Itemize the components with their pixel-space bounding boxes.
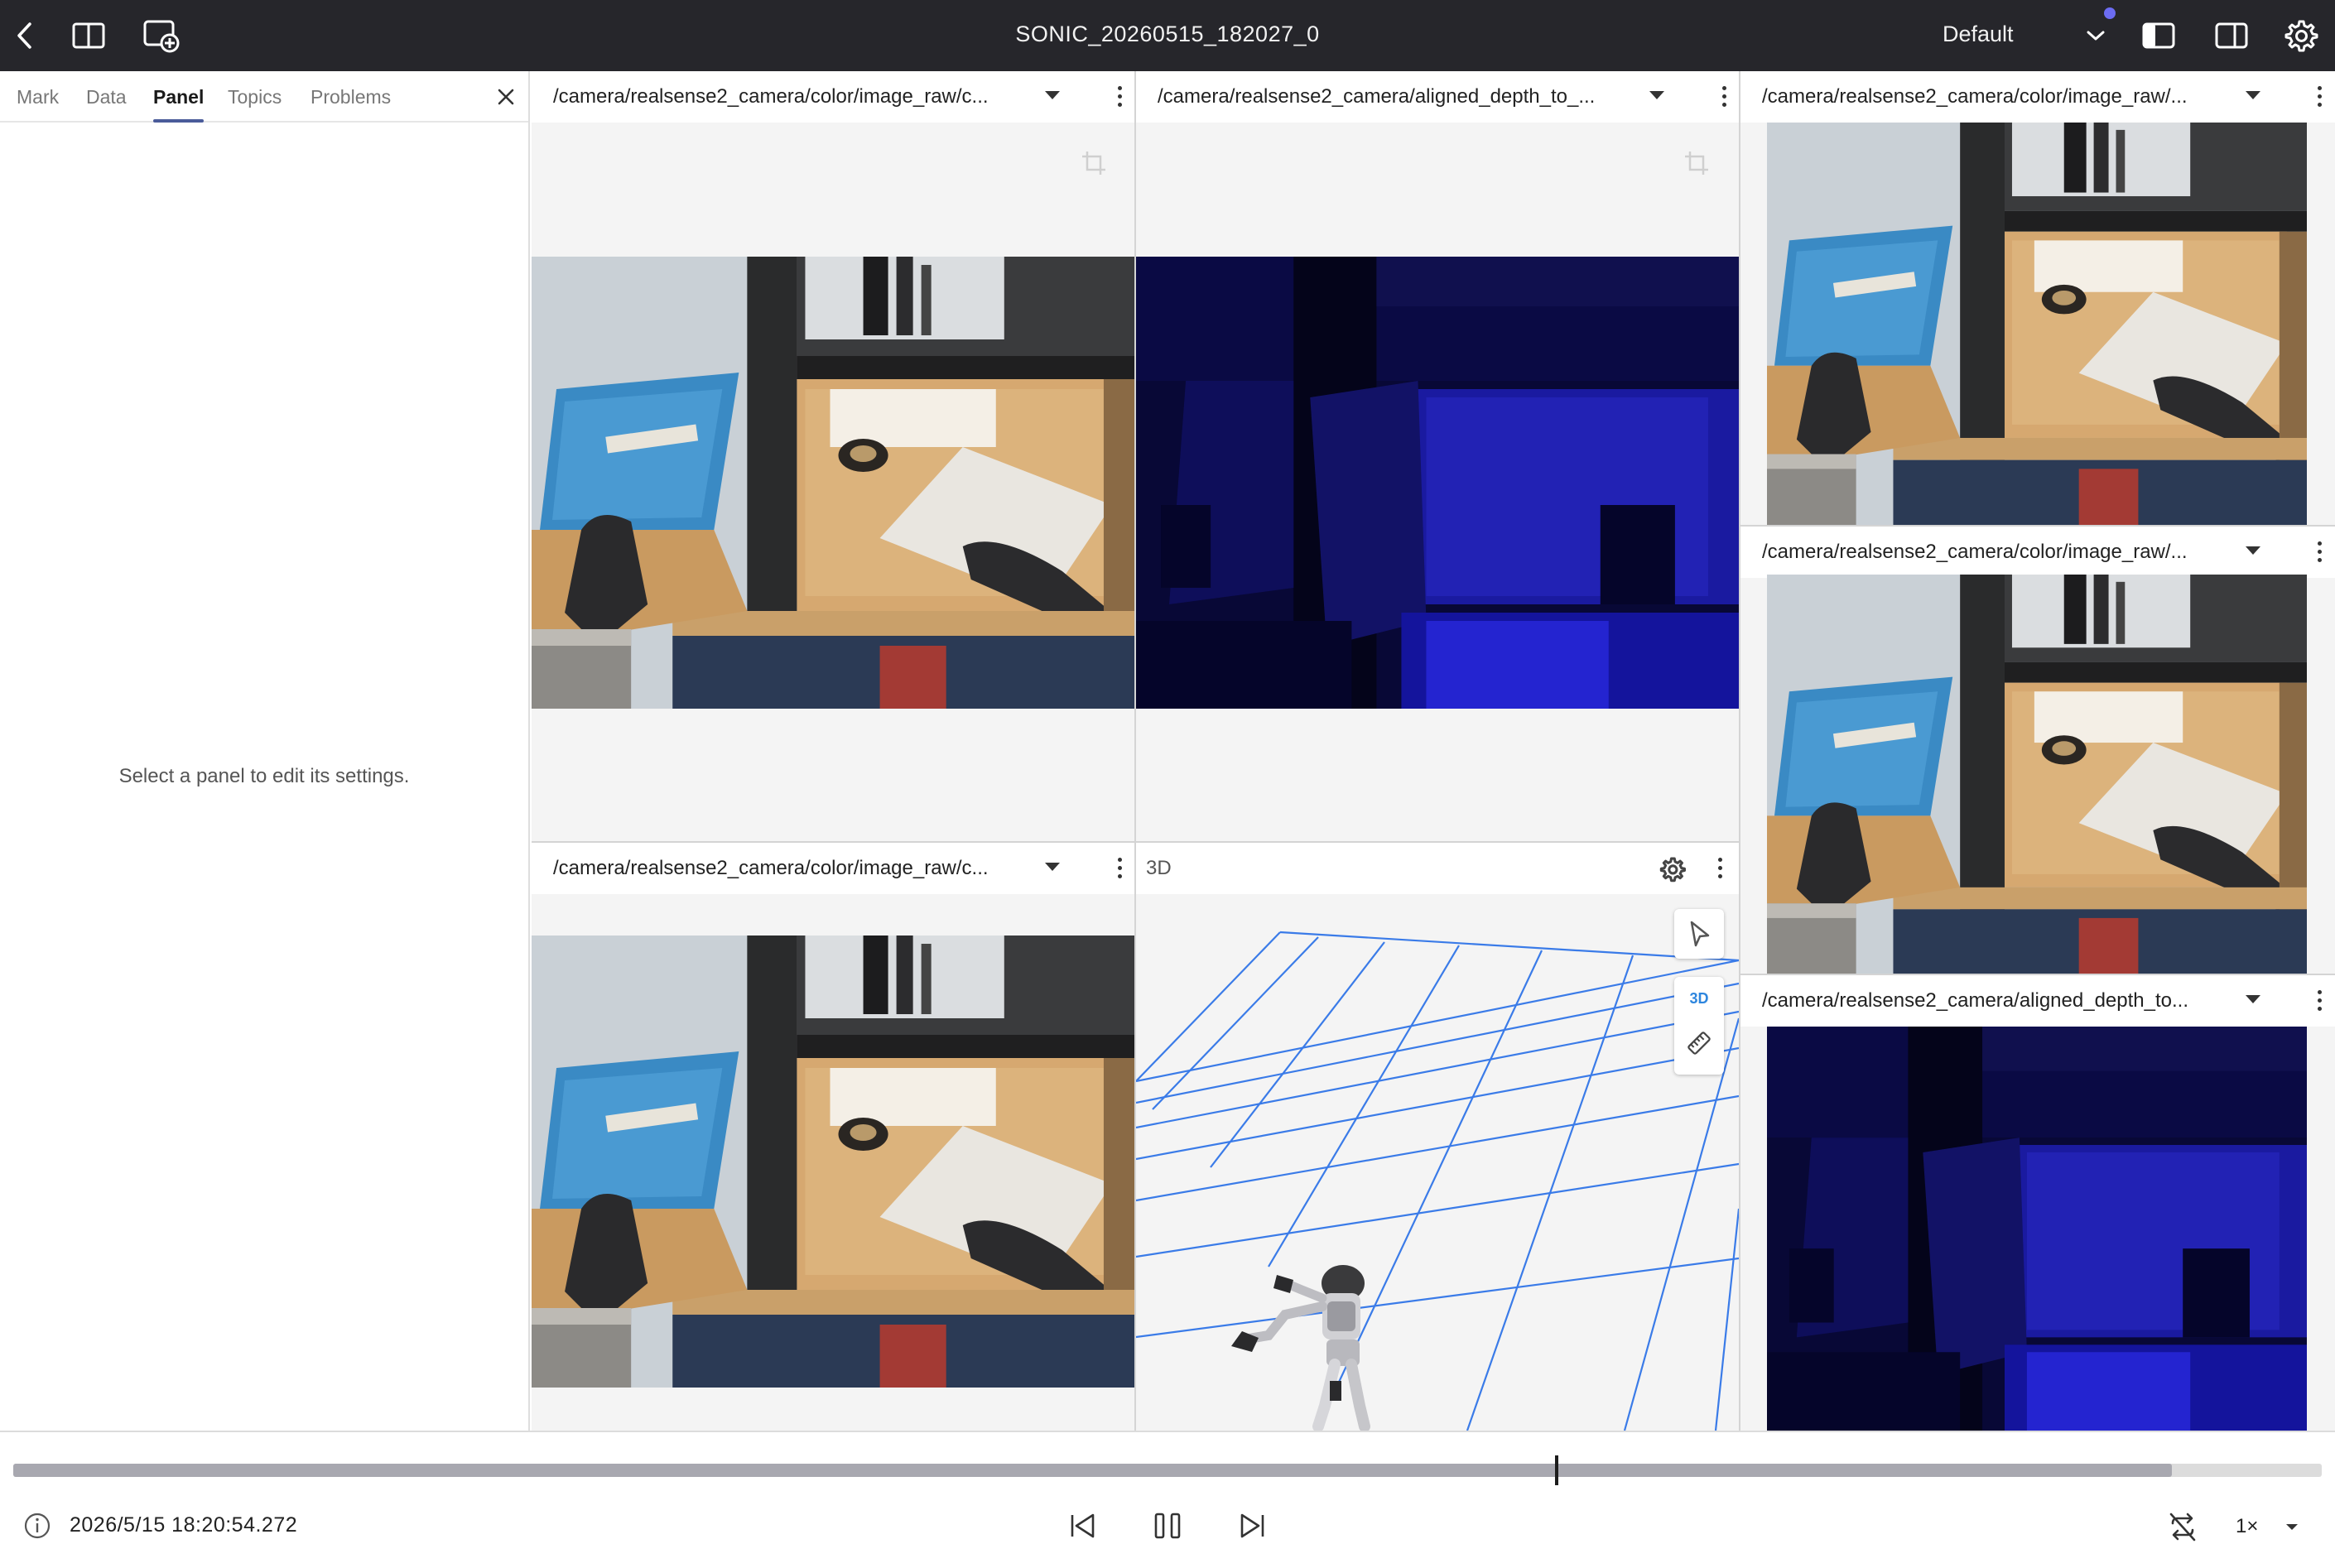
topic-dropdown-icon[interactable] xyxy=(2246,995,2260,1003)
panel-header: /camera/realsense2_camera/color/image_ra… xyxy=(1740,71,2335,123)
skip-back-icon[interactable] xyxy=(1066,1510,1098,1542)
camera-image xyxy=(1767,123,2307,525)
settings-sidebar: Mark Data Panel Topics Problems Select a… xyxy=(0,71,530,1431)
layout-selector[interactable]: Default xyxy=(1943,22,2014,47)
topic-dropdown-icon[interactable] xyxy=(1045,863,1060,871)
panel-topic-title[interactable]: /camera/realsense2_camera/color/image_ra… xyxy=(1762,541,2188,564)
image-panel-depth-1[interactable]: /camera/realsense2_camera/aligned_depth_… xyxy=(1136,71,1739,841)
gear-icon[interactable] xyxy=(2282,17,2320,55)
image-panel-color-1[interactable]: /camera/realsense2_camera/color/image_ra… xyxy=(532,71,1134,841)
crop-icon[interactable] xyxy=(1683,149,1711,177)
tab-topics[interactable]: Topics xyxy=(228,86,282,108)
panel-divider[interactable] xyxy=(1740,525,2335,527)
panel-topic-title[interactable]: /camera/realsense2_camera/aligned_depth_… xyxy=(1762,989,2188,1012)
skip-forward-icon[interactable] xyxy=(1237,1510,1269,1542)
more-options-icon[interactable] xyxy=(1115,858,1124,881)
panel-header: /camera/realsense2_camera/aligned_depth_… xyxy=(1136,71,1739,123)
panel-topic-title[interactable]: /camera/realsense2_camera/color/image_ra… xyxy=(1762,85,2188,108)
pause-icon[interactable] xyxy=(1151,1510,1184,1542)
panel-divider[interactable] xyxy=(532,841,1739,843)
crop-icon[interactable] xyxy=(1080,149,1108,177)
panel-topic-title[interactable]: /camera/realsense2_camera/color/image_ra… xyxy=(553,85,989,108)
chevron-down-icon[interactable] xyxy=(2077,17,2115,55)
ruler-icon[interactable] xyxy=(1686,1030,1712,1056)
panel-header: /camera/realsense2_camera/color/image_ra… xyxy=(1740,527,2335,578)
image-panel-depth-2[interactable]: /camera/realsense2_camera/aligned_depth_… xyxy=(1740,975,2335,1431)
top-bar: SONIC_20260515_182027_0 Default xyxy=(0,0,2335,71)
select-tool-button[interactable] xyxy=(1674,909,1724,959)
more-options-icon[interactable] xyxy=(1720,86,1728,109)
panel-topic-title[interactable]: /camera/realsense2_camera/aligned_depth_… xyxy=(1158,85,1595,108)
tab-data[interactable]: Data xyxy=(86,86,127,108)
playback-bar: 2026/5/15 18:20:54.272 1× xyxy=(0,1431,2335,1568)
topic-dropdown-icon[interactable] xyxy=(2246,91,2260,99)
panel-header: 3D xyxy=(1136,843,1739,894)
topic-dropdown-icon[interactable] xyxy=(1649,91,1664,99)
depth-image xyxy=(1136,257,1739,709)
loop-disabled-icon[interactable] xyxy=(2166,1510,2199,1543)
3d-mode-toggle[interactable]: 3D xyxy=(1674,990,1724,1008)
cursor-icon xyxy=(1690,921,1710,947)
right-sidebar-toggle-icon[interactable] xyxy=(2212,17,2251,55)
panel-title: 3D xyxy=(1146,857,1172,879)
buffered-range xyxy=(13,1464,2172,1477)
sidebar-empty-message: Select a panel to edit its settings. xyxy=(118,765,410,787)
current-timestamp[interactable]: 2026/5/15 18:20:54.272 xyxy=(70,1513,297,1537)
panel-header: /camera/realsense2_camera/aligned_depth_… xyxy=(1740,975,2335,1027)
panel-divider[interactable] xyxy=(1739,71,1740,1431)
playback-scrubber[interactable] xyxy=(13,1455,2322,1485)
more-options-icon[interactable] xyxy=(1716,858,1724,881)
left-sidebar-toggle-icon[interactable] xyxy=(2140,17,2178,55)
panel-divider[interactable] xyxy=(1740,974,2335,975)
gear-icon[interactable] xyxy=(1659,856,1686,883)
topic-dropdown-icon[interactable] xyxy=(1045,91,1060,99)
more-options-icon[interactable] xyxy=(2315,990,2323,1013)
info-icon[interactable] xyxy=(23,1512,51,1540)
tab-panel[interactable]: Panel xyxy=(153,86,205,123)
camera-image xyxy=(532,936,1134,1388)
image-panel-color-3[interactable]: /camera/realsense2_camera/color/image_ra… xyxy=(1740,71,2335,525)
panel-topic-title[interactable]: /camera/realsense2_camera/color/image_ra… xyxy=(553,857,989,880)
more-options-icon[interactable] xyxy=(2315,86,2323,109)
speed-dropdown-icon[interactable] xyxy=(2282,1520,2302,1533)
tab-problems[interactable]: Problems xyxy=(311,86,391,108)
image-panel-color-4[interactable]: /camera/realsense2_camera/color/image_ra… xyxy=(1740,527,2335,974)
playhead[interactable] xyxy=(1555,1455,1558,1485)
more-options-icon[interactable] xyxy=(1115,86,1124,109)
panel-divider[interactable] xyxy=(1134,71,1136,1431)
3d-panel[interactable]: 3D 3D xyxy=(1136,843,1739,1431)
camera-image xyxy=(532,257,1134,709)
robot-model xyxy=(1231,1265,1370,1431)
topic-dropdown-icon[interactable] xyxy=(2246,546,2260,555)
more-options-icon[interactable] xyxy=(2315,541,2323,565)
panel-header: /camera/realsense2_camera/color/image_ra… xyxy=(532,843,1134,894)
image-panel-color-2[interactable]: /camera/realsense2_camera/color/image_ra… xyxy=(532,843,1134,1431)
playback-speed[interactable]: 1× xyxy=(2236,1515,2258,1538)
depth-image xyxy=(1767,1027,2307,1431)
close-icon[interactable] xyxy=(493,84,518,109)
tab-mark[interactable]: Mark xyxy=(17,86,59,108)
panel-header: /camera/realsense2_camera/color/image_ra… xyxy=(532,71,1134,123)
view-tools: 3D xyxy=(1674,977,1724,1075)
sidebar-tabs: Mark Data Panel Topics Problems xyxy=(0,71,528,123)
camera-image xyxy=(1767,575,2307,974)
